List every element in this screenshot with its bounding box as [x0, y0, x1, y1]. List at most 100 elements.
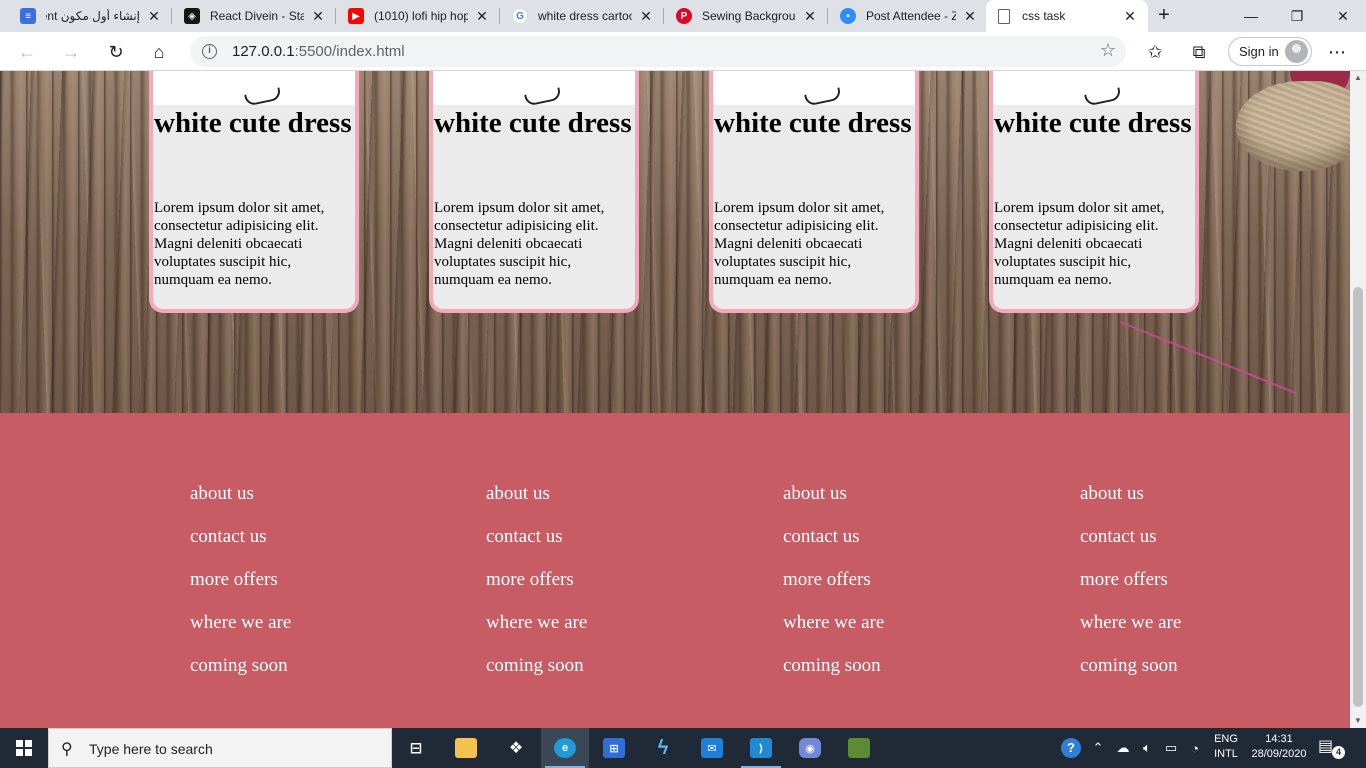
home-button[interactable]: ⌂	[144, 37, 174, 67]
sign-in-button[interactable]: Sign in	[1228, 37, 1312, 66]
collections-button[interactable]: ⧉	[1184, 37, 1214, 67]
new-tab-button[interactable]: +	[1152, 4, 1176, 28]
taskbar-search-input[interactable]: ⚲ Type here to search	[48, 728, 392, 768]
url-text[interactable]: 127.0.0.1:5500/index.html	[232, 43, 405, 60]
footer-link-coming-soon[interactable]: coming soon	[486, 655, 706, 677]
forward-button[interactable]: →	[56, 37, 86, 67]
close-window-button[interactable]: ✕	[1320, 0, 1366, 32]
footer-link-where-we-are[interactable]: where we are	[190, 612, 410, 634]
scrollbar-thumb[interactable]	[1353, 287, 1363, 707]
close-icon[interactable]: ✕	[962, 8, 978, 24]
dropbox-button[interactable]: ❖	[492, 728, 540, 768]
product-card[interactable]: white cute dress Lorem ipsum dolor sit a…	[989, 71, 1199, 313]
clock-time: 14:31	[1265, 733, 1293, 745]
card-title: white cute dress	[434, 107, 632, 139]
product-card[interactable]: white cute dress Lorem ipsum dolor sit a…	[429, 71, 639, 313]
footer-link-where-we-are[interactable]: where we are	[1080, 612, 1300, 634]
windows-taskbar: ⚲ Type here to search ⊟ ❖ e ⊞ ϟ ✉ ⟩ ◉ ? …	[0, 728, 1366, 768]
start-button[interactable]	[0, 728, 48, 768]
favorites-button[interactable]: ✩	[1140, 37, 1170, 67]
browser-tab-strip: ≡ إنشاء أول مكون ent ✕ ◈ React Divein - …	[0, 0, 1366, 32]
footer-link-contact-us[interactable]: contact us	[486, 526, 706, 548]
more-dots-icon: ⋯	[1328, 41, 1346, 62]
back-button[interactable]: ←	[12, 37, 42, 67]
product-card[interactable]: white cute dress Lorem ipsum dolor sit a…	[149, 71, 359, 313]
tab-google-search[interactable]: G white dress cartoo ✕	[500, 0, 664, 32]
task-view-icon: ⊟	[409, 740, 423, 757]
close-icon[interactable]: ✕	[146, 8, 162, 24]
minecraft-button[interactable]	[835, 728, 883, 768]
tab-css-task[interactable]: css task ✕	[986, 0, 1148, 32]
scroll-down-arrow-icon[interactable]: ▼	[1350, 714, 1366, 728]
volume-icon[interactable]: 🔈︎	[1136, 728, 1158, 768]
visual-studio-button[interactable]: ϟ	[639, 728, 687, 768]
minecraft-icon	[848, 738, 870, 758]
close-icon[interactable]: ✕	[638, 8, 654, 24]
edge-button[interactable]: e	[541, 728, 589, 768]
url-path: :5500/index.html	[294, 43, 405, 60]
product-card[interactable]: white cute dress Lorem ipsum dolor sit a…	[709, 71, 919, 313]
tab-lofi-youtube[interactable]: ▶ (1010) lofi hip hop ✕	[336, 0, 500, 32]
restore-button[interactable]: ❐	[1274, 0, 1320, 32]
favorites-list-icon: ✩	[1147, 41, 1163, 62]
footer-link-about-us[interactable]: about us	[486, 483, 706, 505]
footer-link-coming-soon[interactable]: coming soon	[783, 655, 1003, 677]
form-builder-icon: ≡	[20, 8, 36, 24]
footer-link-about-us[interactable]: about us	[190, 483, 410, 505]
input-language-indicator[interactable]: ENG INTL	[1206, 732, 1246, 762]
footer-link-contact-us[interactable]: contact us	[1080, 526, 1300, 548]
action-center-button[interactable]: ▤ 4	[1318, 736, 1348, 760]
footer-column: about us contact us more offers where we…	[190, 483, 410, 698]
file-explorer-button[interactable]	[442, 728, 490, 768]
close-icon[interactable]: ✕	[474, 8, 490, 24]
wifi-icon[interactable]: ◔	[1184, 728, 1206, 768]
vscode-button[interactable]: ⟩	[737, 728, 785, 768]
footer-link-coming-soon[interactable]: coming soon	[190, 655, 410, 677]
help-icon[interactable]: ?	[1058, 728, 1084, 768]
google-icon: G	[512, 8, 528, 24]
footer-column: about us contact us more offers where we…	[783, 483, 1003, 698]
avatar-icon	[1285, 40, 1308, 63]
card-description: Lorem ipsum dolor sit amet, consectetur …	[434, 200, 605, 288]
footer-link-more-offers[interactable]: more offers	[190, 569, 410, 591]
footer-link-where-we-are[interactable]: where we are	[486, 612, 706, 634]
site-info-icon[interactable]: i	[202, 44, 217, 59]
url-host: 127.0.0.1	[232, 43, 295, 60]
battery-icon[interactable]: ▭	[1160, 728, 1182, 768]
close-icon[interactable]: ✕	[1122, 8, 1138, 24]
settings-menu-button[interactable]: ⋯	[1322, 37, 1352, 67]
close-icon[interactable]: ✕	[802, 8, 818, 24]
footer-link-coming-soon[interactable]: coming soon	[1080, 655, 1300, 677]
footer-link-where-we-are[interactable]: where we are	[783, 612, 1003, 634]
product-image	[433, 71, 635, 107]
mail-button[interactable]: ✉	[688, 728, 736, 768]
task-view-button[interactable]: ⊟	[392, 728, 440, 768]
refresh-button[interactable]: ↻	[101, 37, 131, 67]
footer-link-about-us[interactable]: about us	[1080, 483, 1300, 505]
footer-link-contact-us[interactable]: contact us	[190, 526, 410, 548]
tab-react-divein[interactable]: ◈ React Divein - Star ✕	[172, 0, 336, 32]
microsoft-store-icon: ⊞	[603, 738, 625, 758]
microsoft-store-button[interactable]: ⊞	[590, 728, 638, 768]
footer-link-more-offers[interactable]: more offers	[1080, 569, 1300, 591]
discord-button[interactable]: ◉	[786, 728, 834, 768]
scroll-up-arrow-icon[interactable]: ▲	[1350, 71, 1366, 85]
footer-link-contact-us[interactable]: contact us	[783, 526, 1003, 548]
search-placeholder: Type here to search	[89, 741, 213, 757]
footer-link-more-offers[interactable]: more offers	[486, 569, 706, 591]
footer-link-about-us[interactable]: about us	[783, 483, 1003, 505]
dropbox-icon: ❖	[508, 740, 524, 757]
chevron-up-icon[interactable]: ⌃	[1088, 728, 1108, 768]
minimize-button[interactable]: —	[1228, 0, 1274, 32]
tab-form-builder[interactable]: ≡ إنشاء أول مكون ent ✕	[8, 0, 172, 32]
footer-link-more-offers[interactable]: more offers	[783, 569, 1003, 591]
tab-zoom[interactable]: ▪ Post Attendee - Zo ✕	[828, 0, 988, 32]
onedrive-icon[interactable]: ☁	[1112, 728, 1134, 768]
vertical-scrollbar[interactable]: ▲ ▼	[1350, 71, 1366, 728]
tab-pinterest[interactable]: P Sewing Backgroun ✕	[664, 0, 828, 32]
keyboard-layout: INTL	[1214, 748, 1238, 760]
close-icon[interactable]: ✕	[310, 8, 326, 24]
favorite-star-icon[interactable]: ☆	[1100, 40, 1116, 61]
address-bar[interactable]: i 127.0.0.1:5500/index.html ☆	[190, 36, 1126, 67]
system-clock[interactable]: 14:31 28/09/2020	[1246, 732, 1312, 762]
